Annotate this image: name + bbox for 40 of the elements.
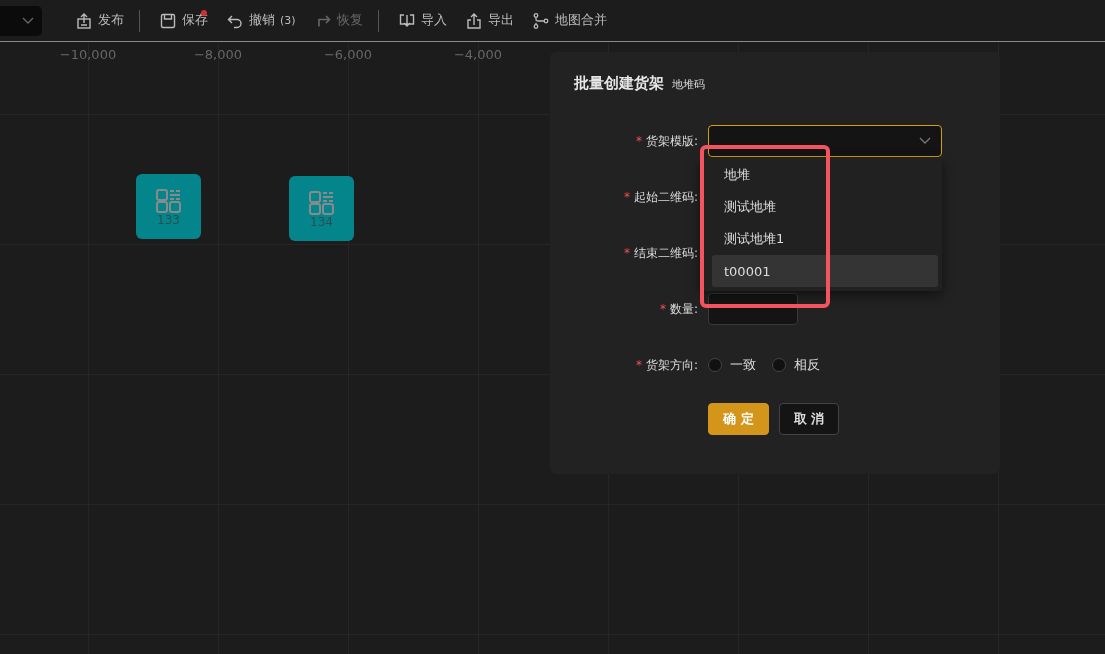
cancel-button[interactable]: 取 消 (778, 403, 840, 435)
dropdown-option[interactable]: t00001 (712, 255, 938, 287)
toolbar-button[interactable]: 发布 (68, 5, 131, 36)
qr-grid-icon (307, 189, 336, 216)
field-label: 货架模版: (645, 132, 698, 150)
required-mark: * (635, 134, 642, 148)
toolbar-button[interactable]: 保存 (152, 5, 215, 36)
toolbar-button[interactable]: 撤销 (3) (219, 5, 303, 36)
axis-label: −4,000 (453, 47, 503, 62)
required-mark: * (623, 190, 630, 204)
export-icon (464, 11, 483, 30)
field-label: 结束二维码: (633, 244, 698, 262)
dialog-subtitle: 地堆码 (672, 77, 705, 92)
merge-icon (531, 11, 550, 30)
axis-label: −6,000 (323, 47, 373, 62)
toolbar-button[interactable]: 导入 (390, 5, 454, 36)
toolbar-button[interactable]: 地图合并 (524, 5, 614, 36)
dropdown-option[interactable]: 测试地堆1 (712, 223, 938, 255)
field-label: 货架方向: (645, 356, 698, 374)
dropdown-option[interactable]: 地堆 (712, 159, 938, 191)
radio-option[interactable]: 一致 (708, 356, 756, 374)
caret-icon (22, 16, 34, 25)
axis-label: −10,000 (59, 47, 117, 62)
dialog-title: 批量创建货架 (574, 74, 664, 93)
field-label: 数量: (669, 300, 698, 318)
dropdown-option[interactable]: 测试地堆 (712, 191, 938, 223)
radio-option[interactable]: 相反 (772, 356, 820, 374)
save-icon (159, 11, 177, 30)
required-mark: * (623, 246, 630, 260)
qr-grid-icon (154, 187, 183, 214)
caret-icon (919, 137, 931, 145)
node-label: 133 (157, 213, 180, 226)
required-mark: * (635, 358, 642, 372)
template-select[interactable] (708, 125, 942, 157)
field-label: 起始二维码: (633, 188, 698, 206)
required-mark: * (659, 302, 666, 316)
node-label: 134 (310, 215, 333, 228)
toolbar-button[interactable]: 导出 (457, 5, 521, 36)
axis-label: −8,000 (193, 47, 243, 62)
publish-icon (75, 11, 93, 30)
